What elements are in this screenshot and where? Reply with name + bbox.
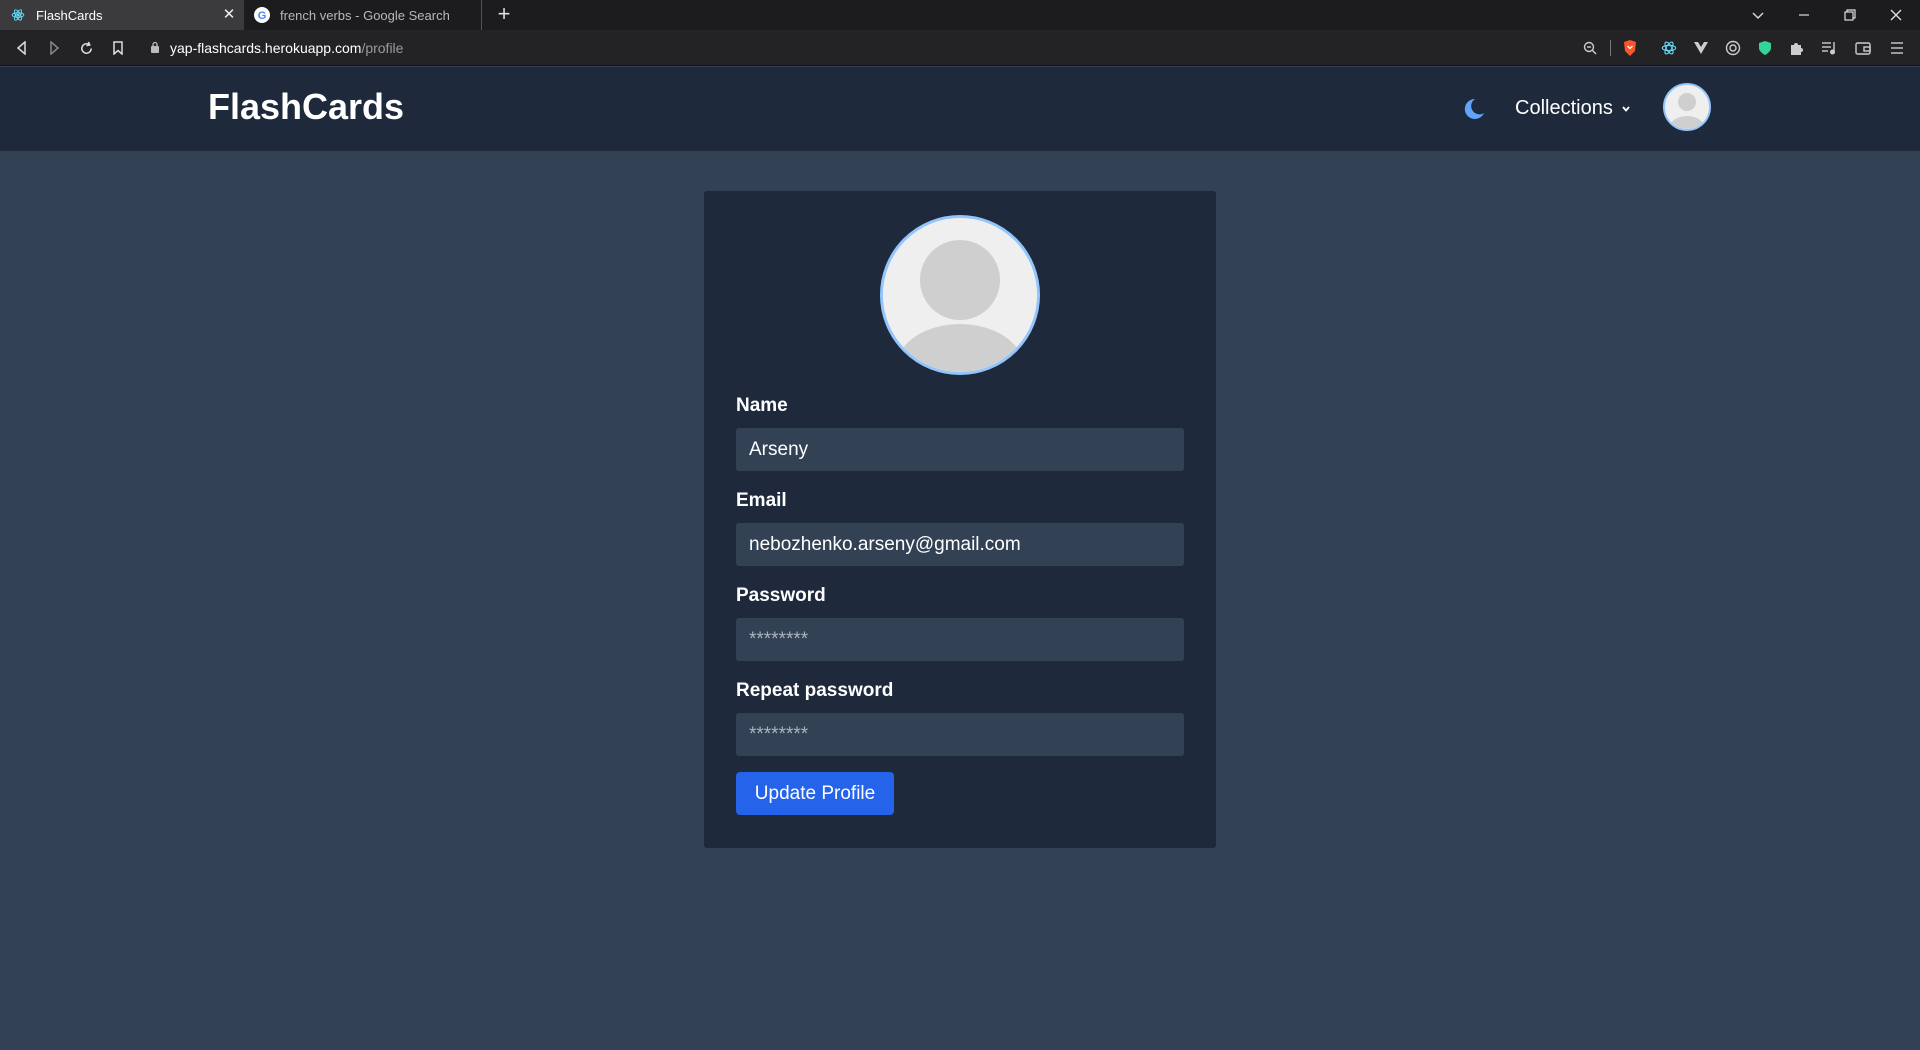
svg-text:G: G (258, 10, 267, 22)
profile-avatar[interactable] (880, 215, 1040, 375)
restore-window-icon[interactable] (1827, 0, 1873, 30)
record-extension-icon[interactable] (1723, 38, 1743, 58)
lock-icon (150, 40, 160, 56)
email-input[interactable] (736, 523, 1184, 566)
browser-address-bar: yap-flashcards.herokuapp.com/profile (0, 30, 1920, 66)
url-field[interactable]: yap-flashcards.herokuapp.com/profile (150, 30, 403, 66)
password-input[interactable] (736, 618, 1184, 661)
google-icon: G (254, 7, 270, 23)
shield-extension-icon[interactable] (1755, 38, 1775, 58)
brand-logo[interactable]: FlashCards (208, 86, 404, 128)
app-header: FlashCards Collections (0, 67, 1920, 151)
reload-icon[interactable] (75, 37, 97, 59)
close-tab-icon[interactable]: ✕ (220, 6, 238, 24)
url-path: /profile (361, 40, 404, 56)
name-label: Name (736, 395, 788, 416)
brave-shield-icon[interactable] (1620, 38, 1640, 58)
tab-google-search[interactable]: G french verbs - Google Search (244, 0, 482, 30)
update-profile-button[interactable]: Update Profile (736, 772, 894, 815)
password-label: Password (736, 585, 826, 606)
menu-icon[interactable] (1887, 38, 1907, 58)
name-input[interactable] (736, 428, 1184, 471)
vue-extension-icon[interactable] (1691, 38, 1711, 58)
new-tab-button[interactable]: + (492, 3, 516, 27)
react-devtools-icon[interactable] (1659, 38, 1679, 58)
moon-icon[interactable] (1460, 96, 1486, 122)
react-icon (10, 7, 26, 23)
back-icon[interactable] (11, 37, 33, 59)
user-silhouette-icon (883, 218, 1037, 372)
user-silhouette-icon (1665, 85, 1709, 129)
user-avatar-button[interactable] (1663, 83, 1711, 131)
bookmark-icon[interactable] (107, 37, 129, 59)
profile-card: Name Email Password Repeat password Upda… (704, 191, 1216, 848)
tab-title: FlashCards (36, 7, 103, 23)
browser-tab-bar: FlashCards ✕ G french verbs - Google Sea… (0, 0, 1920, 30)
tab-flashcards[interactable]: FlashCards ✕ (0, 0, 244, 30)
tab-list-chevron-icon[interactable] (1735, 0, 1781, 30)
tab-title: french verbs - Google Search (280, 7, 450, 23)
playlist-icon[interactable] (1819, 38, 1839, 58)
email-label: Email (736, 490, 787, 511)
toolbar-divider (1610, 40, 1611, 56)
repeat-password-input[interactable] (736, 713, 1184, 756)
puzzle-extensions-icon[interactable] (1787, 38, 1807, 58)
repeat-password-label: Repeat password (736, 680, 894, 701)
zoom-icon[interactable] (1580, 38, 1600, 58)
url-host: yap-flashcards.herokuapp.com (170, 40, 362, 56)
collections-label: Collections (1515, 97, 1613, 119)
minimize-window-icon[interactable] (1781, 0, 1827, 30)
close-window-icon[interactable] (1873, 0, 1919, 30)
collections-dropdown[interactable]: Collections (1515, 97, 1631, 120)
chevron-down-icon (1621, 97, 1631, 120)
forward-icon[interactable] (43, 37, 65, 59)
wallet-icon[interactable] (1853, 38, 1873, 58)
